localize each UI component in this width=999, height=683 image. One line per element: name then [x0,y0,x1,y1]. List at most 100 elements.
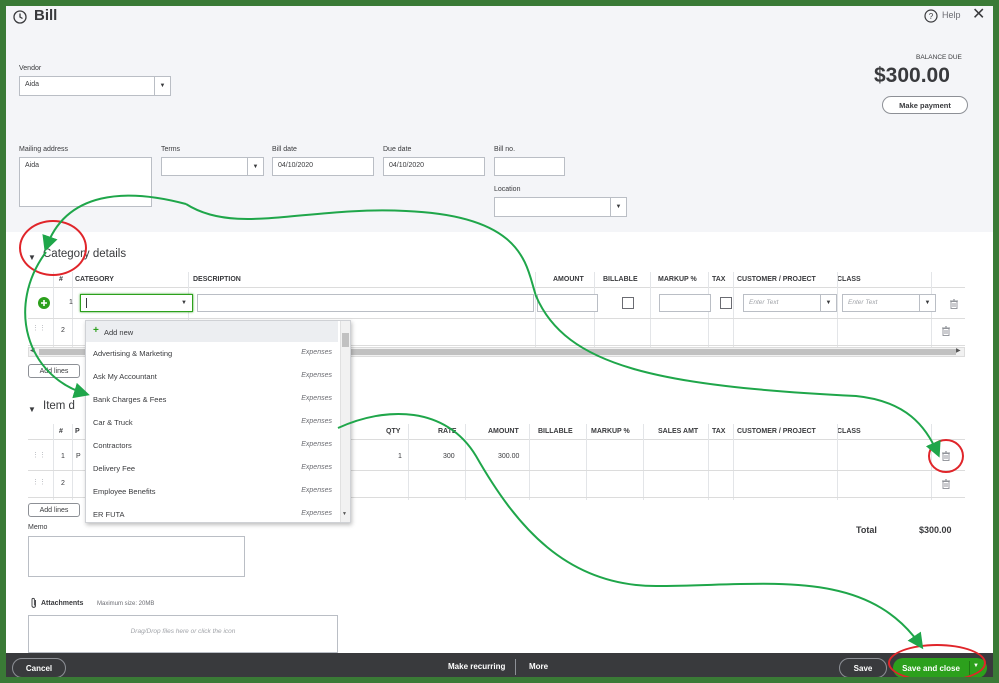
col-number: # [59,276,63,283]
menu-item-name: ER FUTA [93,510,125,519]
col-category: CATEGORY [75,276,114,283]
cancel-button[interactable]: Cancel [12,658,66,677]
due-date-field[interactable]: 04/10/2020 [383,157,485,176]
chevron-down-icon: ▼ [610,198,626,216]
menu-item[interactable]: Advertising & Marketing Expenses [86,342,338,365]
item-details-title: Item d [43,400,75,412]
category-select[interactable]: ▼ [80,294,193,312]
terms-select[interactable]: ▼ [161,157,264,176]
mailing-address-field[interactable]: Aida [19,157,152,207]
customer-placeholder: Enter Text [749,299,779,306]
amount-field[interactable] [537,294,598,312]
help-link[interactable]: Help [942,10,961,20]
category-dropdown-menu: + Add new Advertising & Marketing Expense… [85,320,351,523]
add-lines-button[interactable]: Add lines [28,503,80,517]
total-label: Total [856,525,877,535]
vendor-select[interactable]: Aida ▼ [19,76,171,96]
save-button[interactable]: Save [839,658,887,677]
menu-scrollbar[interactable]: ▼ [340,321,350,522]
add-new-label: Add new [104,328,134,337]
class-select[interactable]: Enter Text ▼ [842,294,936,312]
paperclip-icon[interactable] [30,597,38,609]
col-sales-amt: SALES AMT [658,428,699,435]
trash-icon[interactable] [942,326,950,336]
drag-handle-icon[interactable]: ⋮⋮ [32,451,46,459]
row-number: 2 [61,327,65,334]
more-link[interactable]: More [529,662,548,671]
menu-item[interactable]: Employee Benefits Expenses [86,480,338,503]
chevron-down-icon: ▼ [919,295,935,311]
chevron-down-icon: ▼ [181,300,187,306]
bill-date-field[interactable]: 04/10/2020 [272,157,374,176]
menu-item-type: Expenses [301,418,332,425]
menu-item-type: Expenses [301,510,332,517]
col-markup: MARKUP % [591,428,630,435]
customer-project-select[interactable]: Enter Text ▼ [743,294,837,312]
bill-no-label: Bill no. [494,146,516,153]
markup-field[interactable] [659,294,711,312]
drag-handle-icon[interactable]: ⋮⋮ [32,478,46,486]
menu-item[interactable]: Bank Charges & Fees Expenses [86,388,338,411]
divider [515,659,516,675]
menu-item-type: Expenses [301,441,332,448]
window-frame: Bill ? Help ✕ BALANCE DUE $300.00 Make p… [0,0,999,683]
plus-icon: + [93,325,99,336]
add-lines-button[interactable]: Add lines [28,364,80,378]
description-field[interactable] [197,294,534,312]
add-row-icon[interactable] [38,297,50,309]
col-description: DESCRIPTION [193,276,241,283]
rate-value: 300 [443,453,455,460]
col-amount: AMOUNT [553,276,584,283]
add-new-option[interactable]: + Add new [86,321,338,342]
menu-item-name: Advertising & Marketing [93,349,173,358]
billable-checkbox[interactable] [622,297,634,309]
close-icon[interactable]: ✕ [972,6,985,24]
menu-item[interactable]: Contractors Expenses [86,434,338,457]
location-select[interactable]: ▼ [494,197,627,217]
menu-item-name: Contractors [93,441,132,450]
col-markup: MARKUP % [658,276,697,283]
location-label: Location [494,186,521,193]
history-icon[interactable] [12,9,28,25]
attachments-max-size: Maximum size: 20MB [97,601,155,607]
annotation-circle [888,644,986,677]
col-qty: QTY [386,428,401,435]
attachments-dropzone[interactable]: Drag/Drop files here or click the icon [28,615,338,653]
product-value: P [76,453,81,460]
annotation-circle [19,220,87,276]
menu-scrollbar-thumb[interactable] [342,333,349,347]
collapse-triangle-icon[interactable]: ▼ [28,405,36,414]
memo-field[interactable] [28,536,245,577]
drag-handle-icon[interactable]: ⋮⋮ [32,324,46,332]
bill-date-value: 04/10/2020 [278,162,314,169]
chevron-down-icon: ▼ [154,77,170,95]
help-icon[interactable]: ? [924,9,938,23]
menu-item[interactable]: Ask My Accountant Expenses [86,365,338,388]
menu-item-type: Expenses [301,395,332,402]
chevron-down-icon: ▼ [247,158,263,175]
trash-icon[interactable] [942,479,950,489]
scroll-right-icon[interactable]: ▶ [956,347,961,354]
bill-no-field[interactable] [494,157,565,176]
row-number: 2 [61,480,65,487]
menu-item-type: Expenses [301,487,332,494]
col-amount: AMOUNT [488,428,519,435]
trash-icon[interactable] [950,299,958,309]
make-recurring-link[interactable]: Make recurring [448,662,505,671]
text-cursor [86,298,87,308]
menu-item-type: Expenses [301,372,332,379]
menu-item-name: Employee Benefits [93,487,156,496]
dropzone-text: Drag/Drop files here or click the icon [130,628,236,635]
tax-checkbox[interactable] [720,297,732,309]
scroll-down-icon[interactable]: ▼ [342,511,347,517]
col-class: CLASS [837,428,861,435]
vendor-value: Aida [25,81,40,88]
menu-item[interactable]: Delivery Fee Expenses [86,457,338,480]
balance-due-label: BALANCE DUE [916,54,962,61]
scroll-left-icon[interactable]: ◀ [30,347,35,354]
make-payment-button[interactable]: Make payment [882,96,968,114]
col-number: # [59,428,63,435]
menu-item[interactable]: Car & Truck Expenses [86,411,338,434]
menu-item[interactable]: ER FUTA Expenses [86,503,338,526]
class-placeholder: Enter Text [848,299,878,306]
